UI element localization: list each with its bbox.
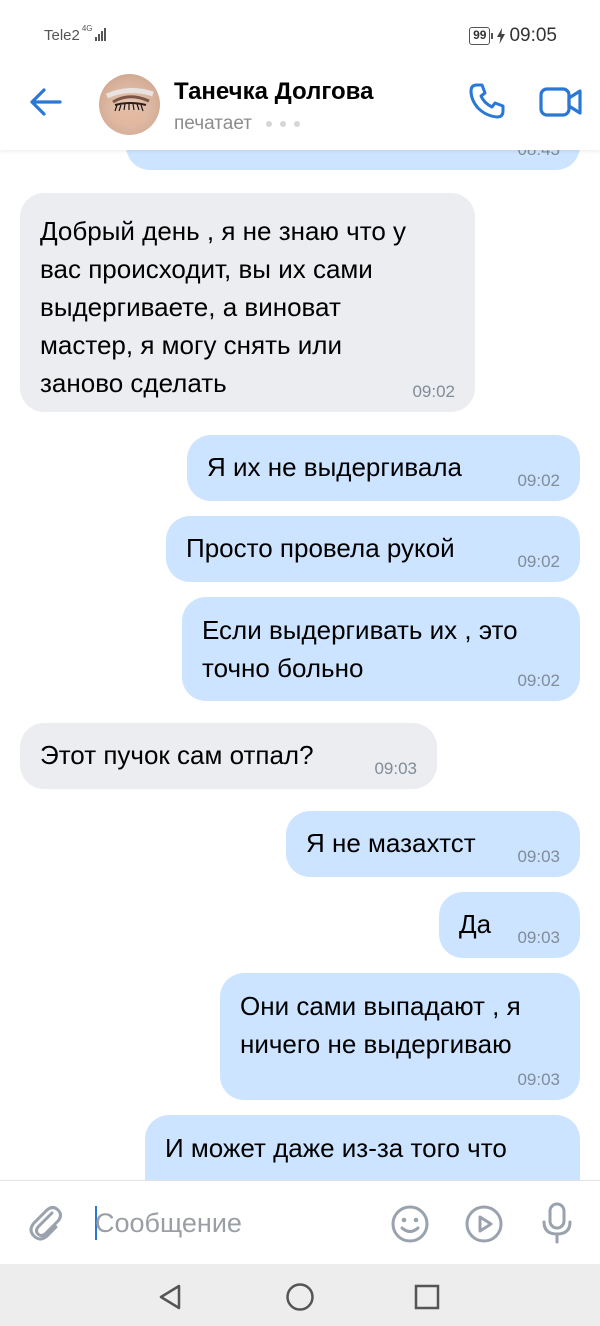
attach-button[interactable] bbox=[24, 1201, 68, 1245]
call-button[interactable] bbox=[466, 80, 508, 122]
voice-message-button[interactable] bbox=[535, 1201, 579, 1245]
nav-recents-button[interactable] bbox=[407, 1277, 447, 1317]
message-bubble-outgoing[interactable]: Я их не выдергивала 09:02 bbox=[187, 435, 580, 501]
message-time: 09:03 bbox=[374, 759, 417, 778]
typing-label: печатает bbox=[174, 113, 252, 134]
charging-icon bbox=[497, 28, 506, 44]
contact-name[interactable]: Танечка Долгова bbox=[174, 78, 373, 106]
message-text: Они сами выпадают , я ничего не выдергив… bbox=[240, 991, 521, 1059]
message-time: 09:03 bbox=[517, 847, 560, 866]
message-input[interactable] bbox=[95, 1199, 365, 1247]
message-bubble-outgoing[interactable]: Они сами выпадают , я ничего не выдергив… bbox=[220, 973, 580, 1100]
play-circle-icon bbox=[465, 1205, 503, 1243]
paperclip-icon bbox=[29, 1206, 62, 1241]
message-bubble-outgoing[interactable]: Я не мазахтст 09:03 bbox=[286, 811, 580, 877]
message-time: 09:02 bbox=[517, 471, 560, 490]
smile-icon bbox=[391, 1205, 429, 1243]
battery-level: 99 bbox=[473, 28, 487, 42]
carrier-name: Tele2 bbox=[44, 27, 80, 44]
avatar-photo-icon bbox=[105, 88, 154, 126]
stickers-button[interactable] bbox=[462, 1202, 506, 1246]
square-recents-icon bbox=[414, 1284, 440, 1310]
system-navigation-bar bbox=[0, 1264, 600, 1326]
message-bubble-incoming[interactable]: Добрый день , я не знаю что у вас происх… bbox=[20, 193, 475, 412]
message-text: Если выдергивать их , это точно больно bbox=[202, 615, 518, 683]
chat-screen: Tele2 4G 99 09:05 Танечка Долгова печата… bbox=[0, 0, 600, 1326]
message-text: И может даже из-за того что bbox=[165, 1133, 507, 1163]
network-type: 4G bbox=[81, 24, 93, 33]
circle-home-icon bbox=[286, 1283, 314, 1311]
battery-icon: 99 bbox=[469, 27, 494, 45]
phone-icon bbox=[469, 83, 505, 119]
message-bubble-incoming[interactable]: Этот пучок сам отпал? 09:03 bbox=[20, 723, 437, 789]
arrow-left-icon bbox=[30, 88, 62, 116]
nav-back-button[interactable] bbox=[150, 1277, 190, 1317]
triangle-back-icon bbox=[159, 1284, 181, 1310]
message-time: 09:03 bbox=[517, 1070, 560, 1089]
typing-dots-icon bbox=[265, 121, 300, 127]
message-bubble-outgoing[interactable]: Просто провела рукой 09:02 bbox=[166, 516, 580, 582]
status-bar: Tele2 4G 99 09:05 bbox=[0, 0, 600, 70]
clock: 09:05 bbox=[509, 25, 557, 46]
status-right: 99 09:05 bbox=[469, 25, 557, 47]
message-time: 09:02 bbox=[517, 552, 560, 571]
message-text: Я их не выдергивала bbox=[207, 452, 462, 482]
chat-header: Танечка Долгова печатает bbox=[0, 70, 600, 150]
microphone-icon bbox=[542, 1202, 572, 1244]
typing-status: печатает bbox=[174, 113, 300, 135]
message-composer bbox=[0, 1180, 600, 1264]
signal-icon bbox=[94, 27, 106, 41]
video-camera-icon bbox=[539, 87, 582, 117]
carrier-info: Tele2 4G bbox=[44, 24, 106, 44]
message-time: 09:02 bbox=[517, 671, 560, 690]
message-bubble-outgoing[interactable]: И может даже из-за того что bbox=[145, 1115, 580, 1180]
message-text: Добрый день , я не знаю что у вас происх… bbox=[40, 216, 407, 398]
nav-home-button[interactable] bbox=[280, 1277, 320, 1317]
back-button[interactable] bbox=[26, 82, 66, 122]
emoji-button[interactable] bbox=[388, 1202, 432, 1246]
message-time: 09:03 bbox=[517, 928, 560, 947]
message-bubble-outgoing[interactable]: Если выдергивать их , это точно больно 0… bbox=[182, 597, 580, 701]
message-time: 09:02 bbox=[412, 382, 455, 401]
message-text: Просто провела рукой bbox=[186, 533, 455, 563]
video-call-button[interactable] bbox=[538, 82, 584, 122]
message-time: 08:43 bbox=[517, 150, 560, 160]
message-list[interactable]: 08:43 Добрый день , я не знаю что у вас … bbox=[0, 150, 600, 1180]
message-text: Этот пучок сам отпал? bbox=[40, 740, 314, 770]
avatar[interactable] bbox=[99, 74, 160, 135]
message-bubble-outgoing[interactable]: Да 09:03 bbox=[439, 892, 580, 958]
message-bubble-outgoing[interactable]: 08:43 bbox=[126, 150, 580, 170]
